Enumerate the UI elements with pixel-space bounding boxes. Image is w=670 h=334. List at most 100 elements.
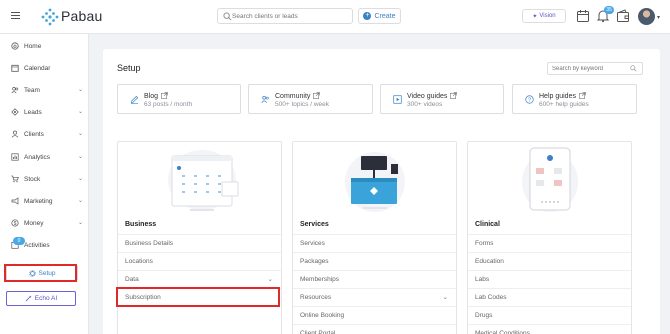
category-clinical: Clinical Forms Education Labs Lab Codes … [467, 141, 632, 334]
setup-link-business-details[interactable]: Business Details [118, 234, 281, 252]
setup-link-forms[interactable]: Forms [468, 234, 631, 252]
money-icon: $ [11, 219, 19, 227]
resource-card-blog[interactable]: Blog 63 posts / month [117, 84, 241, 114]
avatar[interactable] [638, 8, 655, 25]
vision-label: Vision [539, 13, 556, 19]
resource-subtitle: 63 posts / month [144, 101, 193, 108]
notification-badge: 35 [604, 6, 614, 14]
chevron-down-icon: ⌄ [77, 198, 83, 204]
video-icon [393, 95, 402, 104]
home-icon [11, 42, 19, 50]
setup-link-client-portal[interactable]: Client Portal [293, 324, 456, 334]
create-label: Create [374, 12, 396, 20]
setup-link-medical-conditions[interactable]: Medical Conditions [468, 324, 631, 334]
sparkle-icon: ✦ [532, 13, 538, 20]
resource-card-help-guides[interactable]: ? Help guides 600+ help guides [512, 84, 637, 114]
business-illustration [168, 150, 239, 211]
wallet-icon[interactable] [616, 9, 630, 23]
resource-title: Help guides [539, 93, 576, 100]
setup-link-locations[interactable]: Locations [118, 252, 281, 270]
resource-title: Video guides [407, 93, 448, 100]
community-icon [261, 95, 269, 103]
setup-link-drugs[interactable]: Drugs [468, 306, 631, 324]
sidebar-item-label: Leads [24, 108, 42, 116]
cart-icon [11, 175, 19, 183]
subscription-highlight-box [116, 287, 280, 307]
resource-card-video-guides[interactable]: Video guides 300+ videos [380, 84, 504, 114]
search-input[interactable] [232, 9, 350, 23]
sidebar-item-clients[interactable]: Clients ⌄ [11, 127, 85, 141]
calendar-icon[interactable] [576, 9, 590, 23]
echo-ai-button[interactable]: Echo AI [6, 291, 76, 306]
setup-link-packages[interactable]: Packages [293, 252, 456, 270]
sidebar-item-team[interactable]: Team ⌄ [11, 83, 85, 97]
sidebar-item-label: Team [24, 86, 40, 94]
setup-link-education[interactable]: Education [468, 252, 631, 270]
menu-icon[interactable] [11, 12, 20, 21]
top-bar: Pabau + Create ✦ Vision 35 ▾ [0, 0, 670, 34]
resource-subtitle: 300+ videos [407, 101, 443, 108]
plus-icon: + [363, 12, 372, 20]
sidebar-item-label: Stock [24, 175, 41, 183]
vision-button[interactable]: ✦ Vision [522, 9, 566, 23]
search-icon [630, 65, 637, 72]
category-heading: Clinical [475, 221, 500, 228]
row-label: Data [125, 276, 139, 283]
activities-badge: 0 [13, 237, 25, 245]
marketing-icon [11, 197, 19, 205]
sidebar-item-calendar[interactable]: Calendar [11, 61, 85, 75]
keyword-search-input[interactable] [552, 63, 632, 74]
client-search[interactable] [217, 8, 353, 24]
pabau-logo-icon [41, 8, 59, 26]
chevron-down-icon: ⌄ [442, 294, 448, 301]
category-heading: Business [125, 221, 157, 228]
sidebar-item-leads[interactable]: Leads ⌄ [11, 105, 85, 119]
setup-link-labs[interactable]: Labs [468, 270, 631, 288]
keyword-search[interactable] [547, 62, 643, 75]
chevron-down-icon: ⌄ [77, 220, 83, 226]
setup-link-data[interactable]: Data ⌄ [118, 270, 281, 288]
echo-ai-label: Echo AI [34, 295, 58, 302]
setup-link-online-booking[interactable]: Online Booking [293, 306, 456, 324]
sidebar-item-home[interactable]: Home [11, 39, 85, 53]
setup-link-services[interactable]: Services [293, 234, 456, 252]
sidebar-item-label: Analytics [24, 153, 51, 161]
chevron-down-icon: ⌄ [77, 109, 83, 115]
search-icon [223, 12, 232, 21]
analytics-icon [11, 153, 19, 161]
sidebar-item-money[interactable]: $ Money ⌄ [11, 216, 85, 230]
clinical-illustration [522, 147, 578, 212]
sidebar-item-label: Money [24, 219, 44, 227]
chevron-down-icon: ⌄ [77, 154, 83, 160]
page-title: Setup [117, 63, 141, 73]
sidebar-item-analytics[interactable]: Analytics ⌄ [11, 150, 85, 164]
sidebar-item-label: Marketing [24, 197, 53, 205]
resource-title: Blog [144, 93, 159, 100]
create-button[interactable]: + Create [358, 8, 401, 24]
resource-subtitle: 600+ help guides [539, 101, 589, 108]
services-illustration [345, 152, 405, 212]
category-services: Services Services Packages Memberships R… [292, 141, 457, 334]
setup-link-lab-codes[interactable]: Lab Codes [468, 288, 631, 306]
row-label: Resources [300, 294, 332, 301]
sidebar-item-marketing[interactable]: Marketing ⌄ [11, 194, 85, 208]
resource-title: Community [275, 93, 311, 100]
svg-text:$: $ [14, 221, 17, 227]
pencil-icon [130, 95, 139, 104]
setup-highlight-box [4, 264, 77, 282]
sidebar-item-label: Activities [24, 241, 50, 249]
setup-link-memberships[interactable]: Memberships [293, 270, 456, 288]
wand-icon [25, 295, 32, 302]
sidebar-item-stock[interactable]: Stock ⌄ [11, 172, 85, 186]
chevron-down-icon[interactable]: ▾ [657, 14, 660, 21]
external-link-icon [450, 92, 458, 99]
sidebar-item-label: Calendar [24, 64, 51, 72]
clients-icon [11, 130, 19, 138]
setup-link-resources[interactable]: Resources ⌄ [293, 288, 456, 306]
leads-icon [11, 108, 19, 116]
chevron-down-icon: ⌄ [77, 87, 83, 93]
external-link-icon [313, 92, 321, 99]
category-heading: Services [300, 221, 329, 228]
resource-card-community[interactable]: Community 500+ topics / week [248, 84, 373, 114]
sidebar-item-label: Clients [24, 130, 44, 138]
